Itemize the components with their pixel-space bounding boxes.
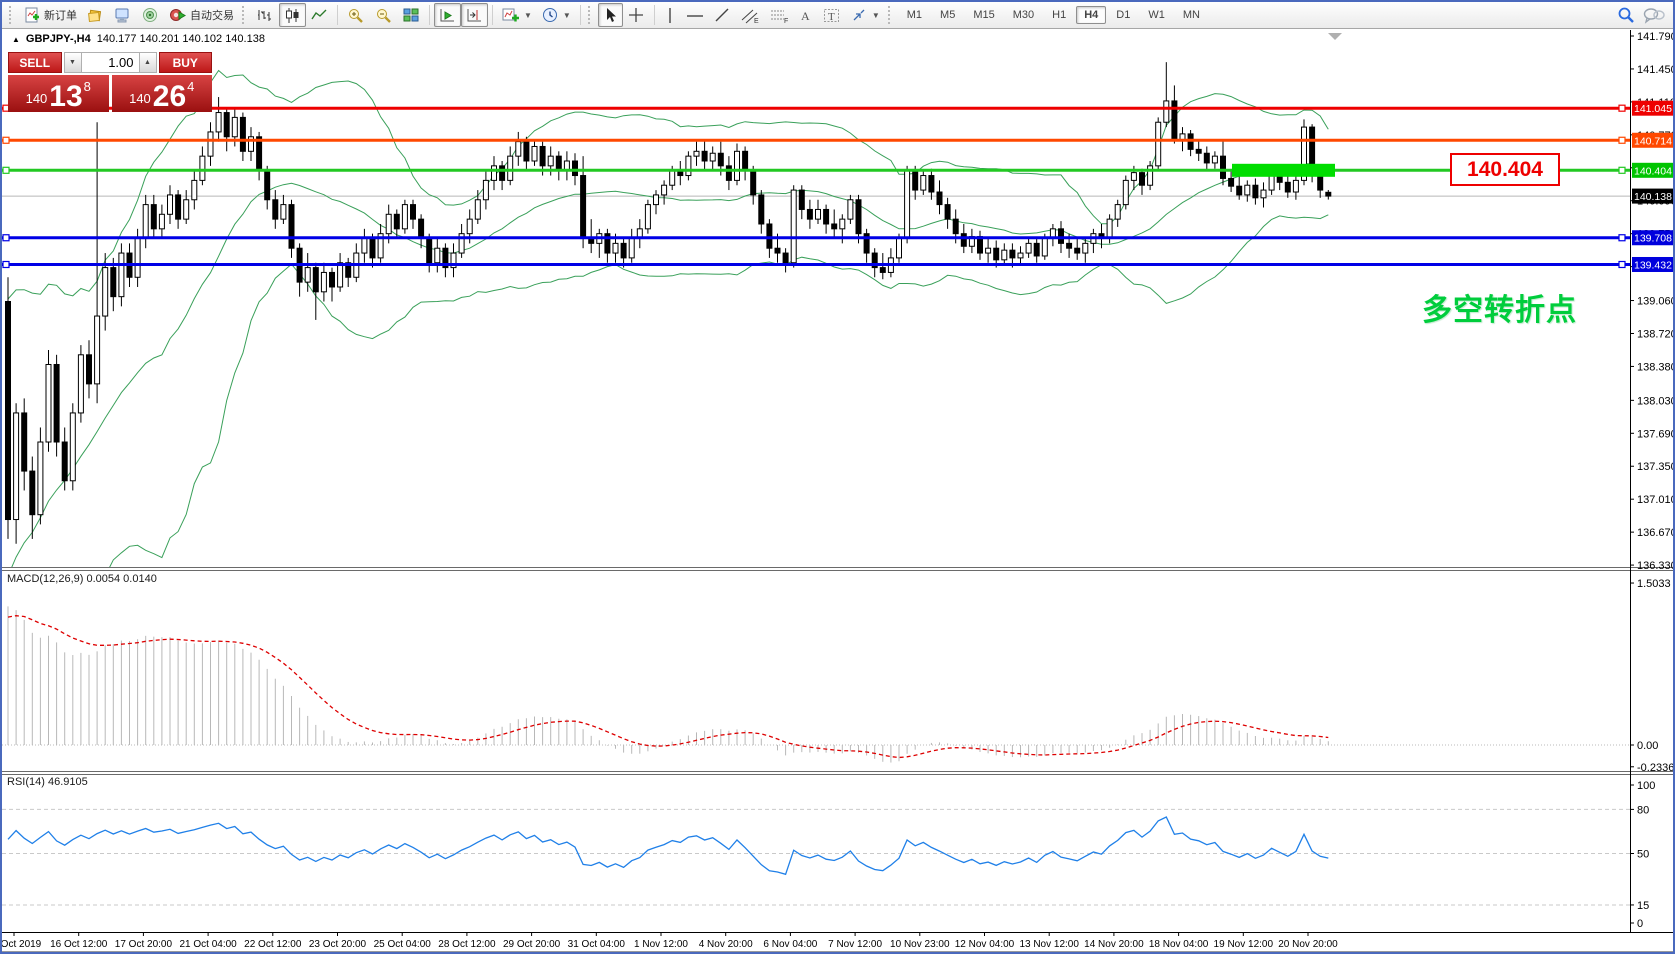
- svg-text:23 Oct 20:00: 23 Oct 20:00: [309, 939, 367, 950]
- svg-text:100: 100: [1637, 780, 1655, 792]
- chinese-annotation: 多空转折点: [1422, 285, 1577, 329]
- ohlc-values: 140.177 140.201 140.102 140.138: [97, 33, 265, 45]
- highlight-zone-rect: [1232, 164, 1335, 177]
- svg-text:6 Nov 04:00: 6 Nov 04:00: [763, 939, 817, 950]
- svg-text:29 Oct 20:00: 29 Oct 20:00: [503, 939, 561, 950]
- trading-platform-window: 新订单 自动交易: [0, 0, 1675, 954]
- svg-text:-0.2336: -0.2336: [1637, 762, 1674, 774]
- sell-price-sup: 8: [84, 79, 91, 94]
- svg-text:13 Nov 12:00: 13 Nov 12:00: [1019, 939, 1079, 950]
- svg-text:28 Oct 12:00: 28 Oct 12:00: [438, 939, 496, 950]
- svg-text:137.350: 137.350: [1637, 461, 1675, 473]
- svg-text:0.00: 0.00: [1637, 740, 1658, 752]
- sell-price-main: 13: [49, 83, 82, 110]
- macd-indicator-label: MACD(12,26,9) 0.0054 0.0140: [7, 573, 157, 585]
- buy-button[interactable]: BUY: [159, 52, 213, 73]
- sell-price-prefix: 140: [26, 91, 48, 106]
- svg-text:139.708: 139.708: [1634, 233, 1672, 245]
- volume-input[interactable]: [82, 52, 139, 73]
- svg-text:137.010: 137.010: [1637, 494, 1675, 506]
- svg-text:19 Nov 12:00: 19 Nov 12:00: [1214, 939, 1274, 950]
- collapse-triangle-icon[interactable]: ▲: [12, 35, 20, 44]
- svg-text:136.670: 136.670: [1637, 527, 1675, 539]
- price-callout-label[interactable]: 140.404: [1450, 153, 1560, 186]
- svg-text:1 Nov 12:00: 1 Nov 12:00: [634, 939, 688, 950]
- price-label-140.138: 140.138: [1632, 189, 1675, 204]
- price-label-139.708: 139.708: [1632, 230, 1675, 245]
- svg-text:138.380: 138.380: [1637, 361, 1675, 373]
- svg-text:16 Oct 12:00: 16 Oct 12:00: [50, 939, 108, 950]
- svg-text:7 Nov 12:00: 7 Nov 12:00: [828, 939, 882, 950]
- svg-text:17 Oct 20:00: 17 Oct 20:00: [115, 939, 173, 950]
- buy-price-box[interactable]: 140 26 4: [112, 75, 213, 112]
- svg-text:136.330: 136.330: [1637, 560, 1675, 572]
- chart-canvas[interactable]: 141.790141.450141.110140.770140.430140.0…: [2, 30, 1675, 954]
- svg-text:141.790: 141.790: [1637, 31, 1675, 43]
- svg-text:0: 0: [1637, 918, 1643, 930]
- one-click-trading-panel: SELL ▼ ▲ BUY 140 13 8 140 26 4: [8, 52, 212, 112]
- buy-price-sup: 4: [187, 79, 194, 94]
- svg-text:140.404: 140.404: [1634, 165, 1672, 177]
- rsi-indicator-label: RSI(14) 46.9105: [7, 776, 88, 788]
- svg-text:12 Nov 04:00: 12 Nov 04:00: [955, 939, 1015, 950]
- svg-text:14 Nov 20:00: 14 Nov 20:00: [1084, 939, 1144, 950]
- svg-text:138.720: 138.720: [1637, 328, 1675, 340]
- svg-text:18 Nov 04:00: 18 Nov 04:00: [1149, 939, 1209, 950]
- volume-increase-button[interactable]: ▲: [139, 52, 157, 73]
- svg-text:141.450: 141.450: [1637, 64, 1675, 76]
- svg-text:138.030: 138.030: [1637, 395, 1675, 407]
- buy-price-main: 26: [153, 83, 186, 110]
- svg-text:137.690: 137.690: [1637, 428, 1675, 440]
- price-label-141.045: 141.045: [1632, 101, 1675, 116]
- svg-text:4 Nov 20:00: 4 Nov 20:00: [699, 939, 753, 950]
- svg-text:20 Nov 20:00: 20 Nov 20:00: [1278, 939, 1338, 950]
- svg-text:141.045: 141.045: [1634, 103, 1672, 115]
- volume-control: ▼ ▲: [64, 52, 157, 73]
- svg-text:140.138: 140.138: [1634, 191, 1672, 203]
- svg-text:139.060: 139.060: [1637, 296, 1675, 308]
- svg-text:15 Oct 2019: 15 Oct 2019: [2, 939, 42, 950]
- svg-text:10 Nov 23:00: 10 Nov 23:00: [890, 939, 950, 950]
- time-axis: [14, 932, 1308, 936]
- svg-text:31 Oct 04:00: 31 Oct 04:00: [568, 939, 626, 950]
- svg-text:140.714: 140.714: [1634, 135, 1672, 147]
- svg-text:15: 15: [1637, 900, 1649, 912]
- volume-decrease-button[interactable]: ▼: [64, 52, 82, 73]
- svg-text:139.432: 139.432: [1634, 259, 1672, 271]
- svg-text:80: 80: [1637, 804, 1649, 816]
- price-label-140.404: 140.404: [1632, 163, 1675, 178]
- svg-text:25 Oct 04:00: 25 Oct 04:00: [374, 939, 432, 950]
- svg-text:21 Oct 04:00: 21 Oct 04:00: [179, 939, 237, 950]
- svg-text:22 Oct 12:00: 22 Oct 12:00: [244, 939, 302, 950]
- sell-button[interactable]: SELL: [8, 52, 62, 73]
- symbol-period-label: GBPJPY-,H4: [26, 33, 91, 45]
- chart-title: ▲ GBPJPY-,H4 140.177 140.201 140.102 140…: [12, 33, 265, 45]
- price-label-140.714: 140.714: [1632, 133, 1675, 148]
- svg-text:1.5033: 1.5033: [1637, 578, 1671, 590]
- chart-stage: 141.790141.450141.110140.770140.430140.0…: [2, 2, 1673, 952]
- buy-price-prefix: 140: [129, 91, 151, 106]
- sell-price-box[interactable]: 140 13 8: [8, 75, 109, 112]
- svg-text:50: 50: [1637, 849, 1649, 861]
- price-label-139.432: 139.432: [1632, 257, 1675, 272]
